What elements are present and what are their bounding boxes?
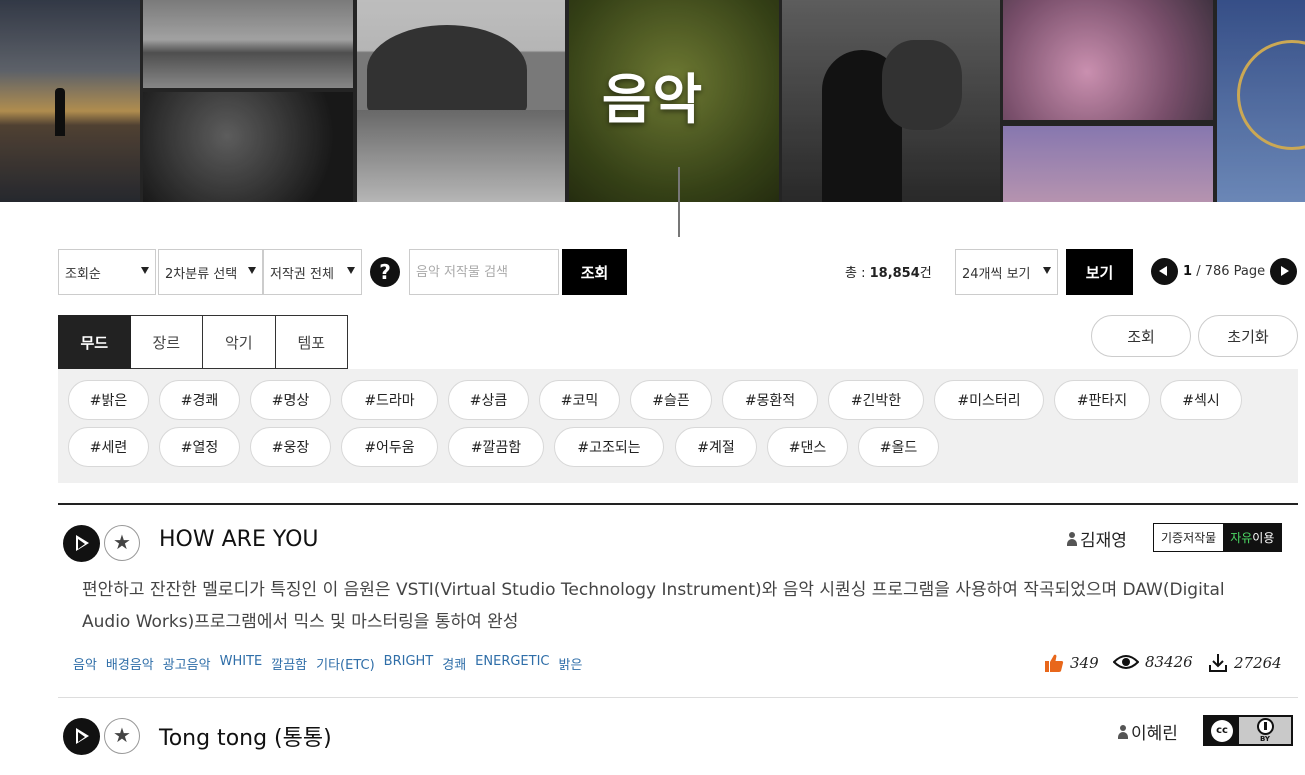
view-stat: 83426	[1113, 653, 1193, 671]
mood-tag[interactable]: #웅장	[250, 427, 331, 467]
track-author: 이혜린	[1117, 719, 1178, 744]
mood-tag[interactable]: #밝은	[68, 380, 149, 420]
mood-tag[interactable]: #몽환적	[722, 380, 818, 420]
cc-by-label: BY	[1259, 735, 1271, 743]
cc-logo-icon: cc	[1211, 719, 1233, 742]
keyword-link[interactable]: 기타(ETC)	[316, 654, 375, 673]
mood-tag[interactable]: #판타지	[1054, 380, 1150, 420]
mood-tag[interactable]: #경쾌	[159, 380, 240, 420]
per-page-select[interactable]: 24개씩 보기	[955, 249, 1058, 295]
tab-mood[interactable]: 무드	[58, 315, 131, 369]
search-input[interactable]	[409, 249, 559, 295]
category-select-value: 2차분류 선택	[165, 266, 238, 282]
track-author: 김재영	[1066, 526, 1127, 551]
help-icon[interactable]: ?	[370, 257, 400, 287]
track-title[interactable]: HOW ARE YOU	[159, 527, 319, 552]
caret-down-icon	[248, 267, 256, 274]
prev-page-icon[interactable]	[1151, 258, 1178, 285]
mood-tag[interactable]: #올드	[858, 427, 939, 467]
keyword-link[interactable]: ENERGETIC	[475, 654, 549, 673]
mood-tag[interactable]: #댄스	[767, 427, 848, 467]
category-select[interactable]: 2차분류 선택	[158, 249, 263, 295]
mood-tag[interactable]: #상큼	[448, 380, 529, 420]
next-page-icon[interactable]	[1270, 258, 1298, 285]
keyword-link[interactable]: 광고음악	[163, 654, 211, 673]
mood-tag[interactable]: #열정	[159, 427, 240, 467]
license-select[interactable]: 저작권 전체	[263, 249, 362, 295]
keyword-link[interactable]: BRIGHT	[384, 654, 434, 673]
keyword-link[interactable]: 경쾌	[442, 654, 466, 673]
sort-select-value: 조회순	[65, 266, 101, 282]
keyword-link[interactable]: 밝은	[559, 654, 583, 673]
mood-tag[interactable]: #고조되는	[554, 427, 664, 467]
mood-tag[interactable]: #코믹	[539, 380, 620, 420]
keyword-link[interactable]: 배경음악	[106, 654, 154, 673]
caret-down-icon	[1043, 267, 1051, 274]
mood-tag[interactable]: #계절	[675, 427, 757, 467]
play-button[interactable]	[63, 718, 100, 755]
track-keywords: 음악 배경음악 광고음악 WHITE 깔끔함 기타(ETC) BRIGHT 경쾌…	[73, 654, 582, 673]
filter-tabs: 무드 장르 악기 템포	[58, 315, 348, 369]
total-count: 총 : 18,854건	[845, 266, 932, 281]
eye-icon	[1113, 655, 1139, 669]
person-icon	[1117, 724, 1129, 739]
keyword-link[interactable]: 깔끔함	[271, 654, 307, 673]
pagination: 1 / 786 Page	[1151, 258, 1298, 285]
tab-tempo[interactable]: 템포	[275, 315, 348, 369]
tab-instrument[interactable]: 악기	[203, 315, 276, 369]
filter-search-button[interactable]: 조회	[1091, 315, 1191, 357]
badge-free-use: 자유 이용	[1223, 524, 1282, 551]
page-indicator: 1 / 786 Page	[1183, 264, 1266, 279]
sort-select[interactable]: 조회순	[58, 249, 156, 295]
like-stat[interactable]: 349	[1044, 653, 1099, 673]
reset-button[interactable]: 초기화	[1198, 315, 1298, 357]
person-icon	[1066, 531, 1078, 546]
star-icon[interactable]: ★	[104, 525, 140, 561]
tab-genre[interactable]: 장르	[130, 315, 203, 369]
mood-tag[interactable]: #섹시	[1160, 380, 1242, 420]
search-button[interactable]: 조회	[562, 249, 627, 295]
caret-down-icon	[141, 267, 149, 274]
list-top-divider	[58, 503, 1298, 505]
per-page-select-value: 24개씩 보기	[962, 266, 1031, 282]
cc-by-icon: cc BY	[1203, 715, 1293, 746]
license-select-value: 저작권 전체	[270, 266, 334, 282]
download-icon	[1209, 654, 1227, 672]
keyword-link[interactable]: 음악	[73, 654, 97, 673]
mood-tag[interactable]: #드라마	[341, 380, 438, 420]
star-icon[interactable]: ★	[104, 718, 140, 754]
person-attribution-icon	[1256, 718, 1274, 735]
play-button[interactable]	[63, 525, 100, 562]
mood-tag[interactable]: #깔끔함	[448, 427, 544, 467]
mood-tag-panel: #밝은 #경쾌 #명상 #드라마 #상큼 #코믹 #슬픈 #몽환적 #긴박한 #…	[58, 369, 1298, 483]
track-description: 편안하고 잔잔한 멜로디가 특징인 이 음원은 VSTI(Virtual Stu…	[82, 580, 1225, 632]
download-stat[interactable]: 27264	[1208, 653, 1282, 673]
mood-tag[interactable]: #세련	[68, 427, 149, 467]
mood-tag[interactable]: #미스터리	[934, 380, 1044, 420]
page-title: 음악	[601, 68, 704, 131]
mood-tag[interactable]: #긴박한	[828, 380, 924, 420]
caret-down-icon	[347, 267, 355, 274]
hero-banner: 음악	[0, 0, 1305, 202]
badge-donated: 기증저작물	[1154, 524, 1224, 551]
license-badge: 기증저작물 자유 이용	[1153, 523, 1283, 552]
mood-tag[interactable]: #명상	[250, 380, 331, 420]
view-button[interactable]: 보기	[1066, 249, 1133, 295]
mood-tag[interactable]: #어두움	[341, 427, 438, 467]
mood-tag[interactable]: #슬픈	[630, 380, 712, 420]
track-title[interactable]: Tong tong (통통)	[159, 720, 332, 752]
thumbs-up-icon	[1045, 654, 1064, 672]
hero-divider-line	[678, 167, 680, 237]
keyword-link[interactable]: WHITE	[220, 654, 263, 673]
list-divider	[58, 697, 1298, 698]
